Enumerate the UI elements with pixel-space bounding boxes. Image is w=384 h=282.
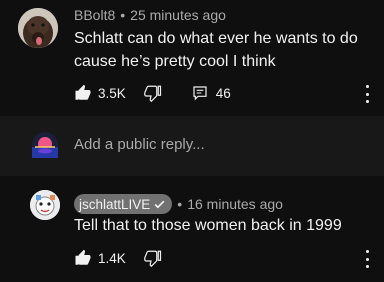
comment-meta: jschlattLIVE • 16 minutes ago [74, 194, 283, 214]
comment-text: Schlatt can do what ever he wants to do … [74, 30, 358, 70]
more-vert-icon [365, 250, 369, 253]
comment-thread-reply: jschlattLIVE • 16 minutes ago Tell that … [0, 176, 384, 282]
comment-meta: BBolt8 • 25 minutes ago [74, 7, 226, 23]
comment-text: Tell that to those women back in 1999 [74, 217, 342, 234]
separator: • [120, 7, 126, 23]
separator: • [177, 196, 183, 212]
more-vert-icon [365, 85, 369, 88]
reply-box: Add a public reply... [0, 116, 384, 176]
dislike-button[interactable] [143, 84, 162, 102]
comment-thread-parent: BBolt8 • 25 minutes ago Schlatt can do w… [0, 0, 384, 116]
avatar[interactable] [18, 8, 58, 48]
more-options-button[interactable] [364, 85, 370, 103]
like-count: 1.4K [98, 250, 126, 266]
like-button[interactable]: 1.4K [74, 249, 126, 267]
replies-button[interactable]: 46 [192, 85, 231, 101]
user-avatar [32, 132, 58, 158]
dog-avatar-icon [18, 8, 58, 48]
more-options-button[interactable] [364, 250, 370, 268]
like-count: 3.5K [98, 85, 126, 101]
comment-time[interactable]: 16 minutes ago [187, 196, 283, 212]
reply-count: 46 [215, 85, 231, 101]
comment-actions: 3.5K 46 [74, 83, 231, 103]
like-button[interactable]: 3.5K [74, 84, 126, 102]
thumbs-down-icon [143, 85, 161, 102]
author-name: jschlattLIVE [79, 196, 151, 212]
thumbs-down-icon [143, 250, 161, 267]
creator-badge[interactable]: jschlattLIVE [74, 194, 173, 214]
verified-check-icon [154, 200, 165, 208]
thumbs-up-icon [75, 84, 91, 100]
comment-time[interactable]: 25 minutes ago [130, 7, 226, 23]
channel-avatar-icon [30, 190, 60, 220]
reply-input[interactable]: Add a public reply... [74, 136, 205, 153]
comment-icon [193, 86, 207, 101]
thumbs-up-icon [75, 249, 91, 265]
comment-actions: 1.4K [74, 248, 162, 268]
sunset-avatar-icon [32, 132, 58, 158]
author-name[interactable]: BBolt8 [74, 7, 115, 23]
dislike-button[interactable] [143, 249, 162, 267]
avatar[interactable] [30, 190, 60, 220]
